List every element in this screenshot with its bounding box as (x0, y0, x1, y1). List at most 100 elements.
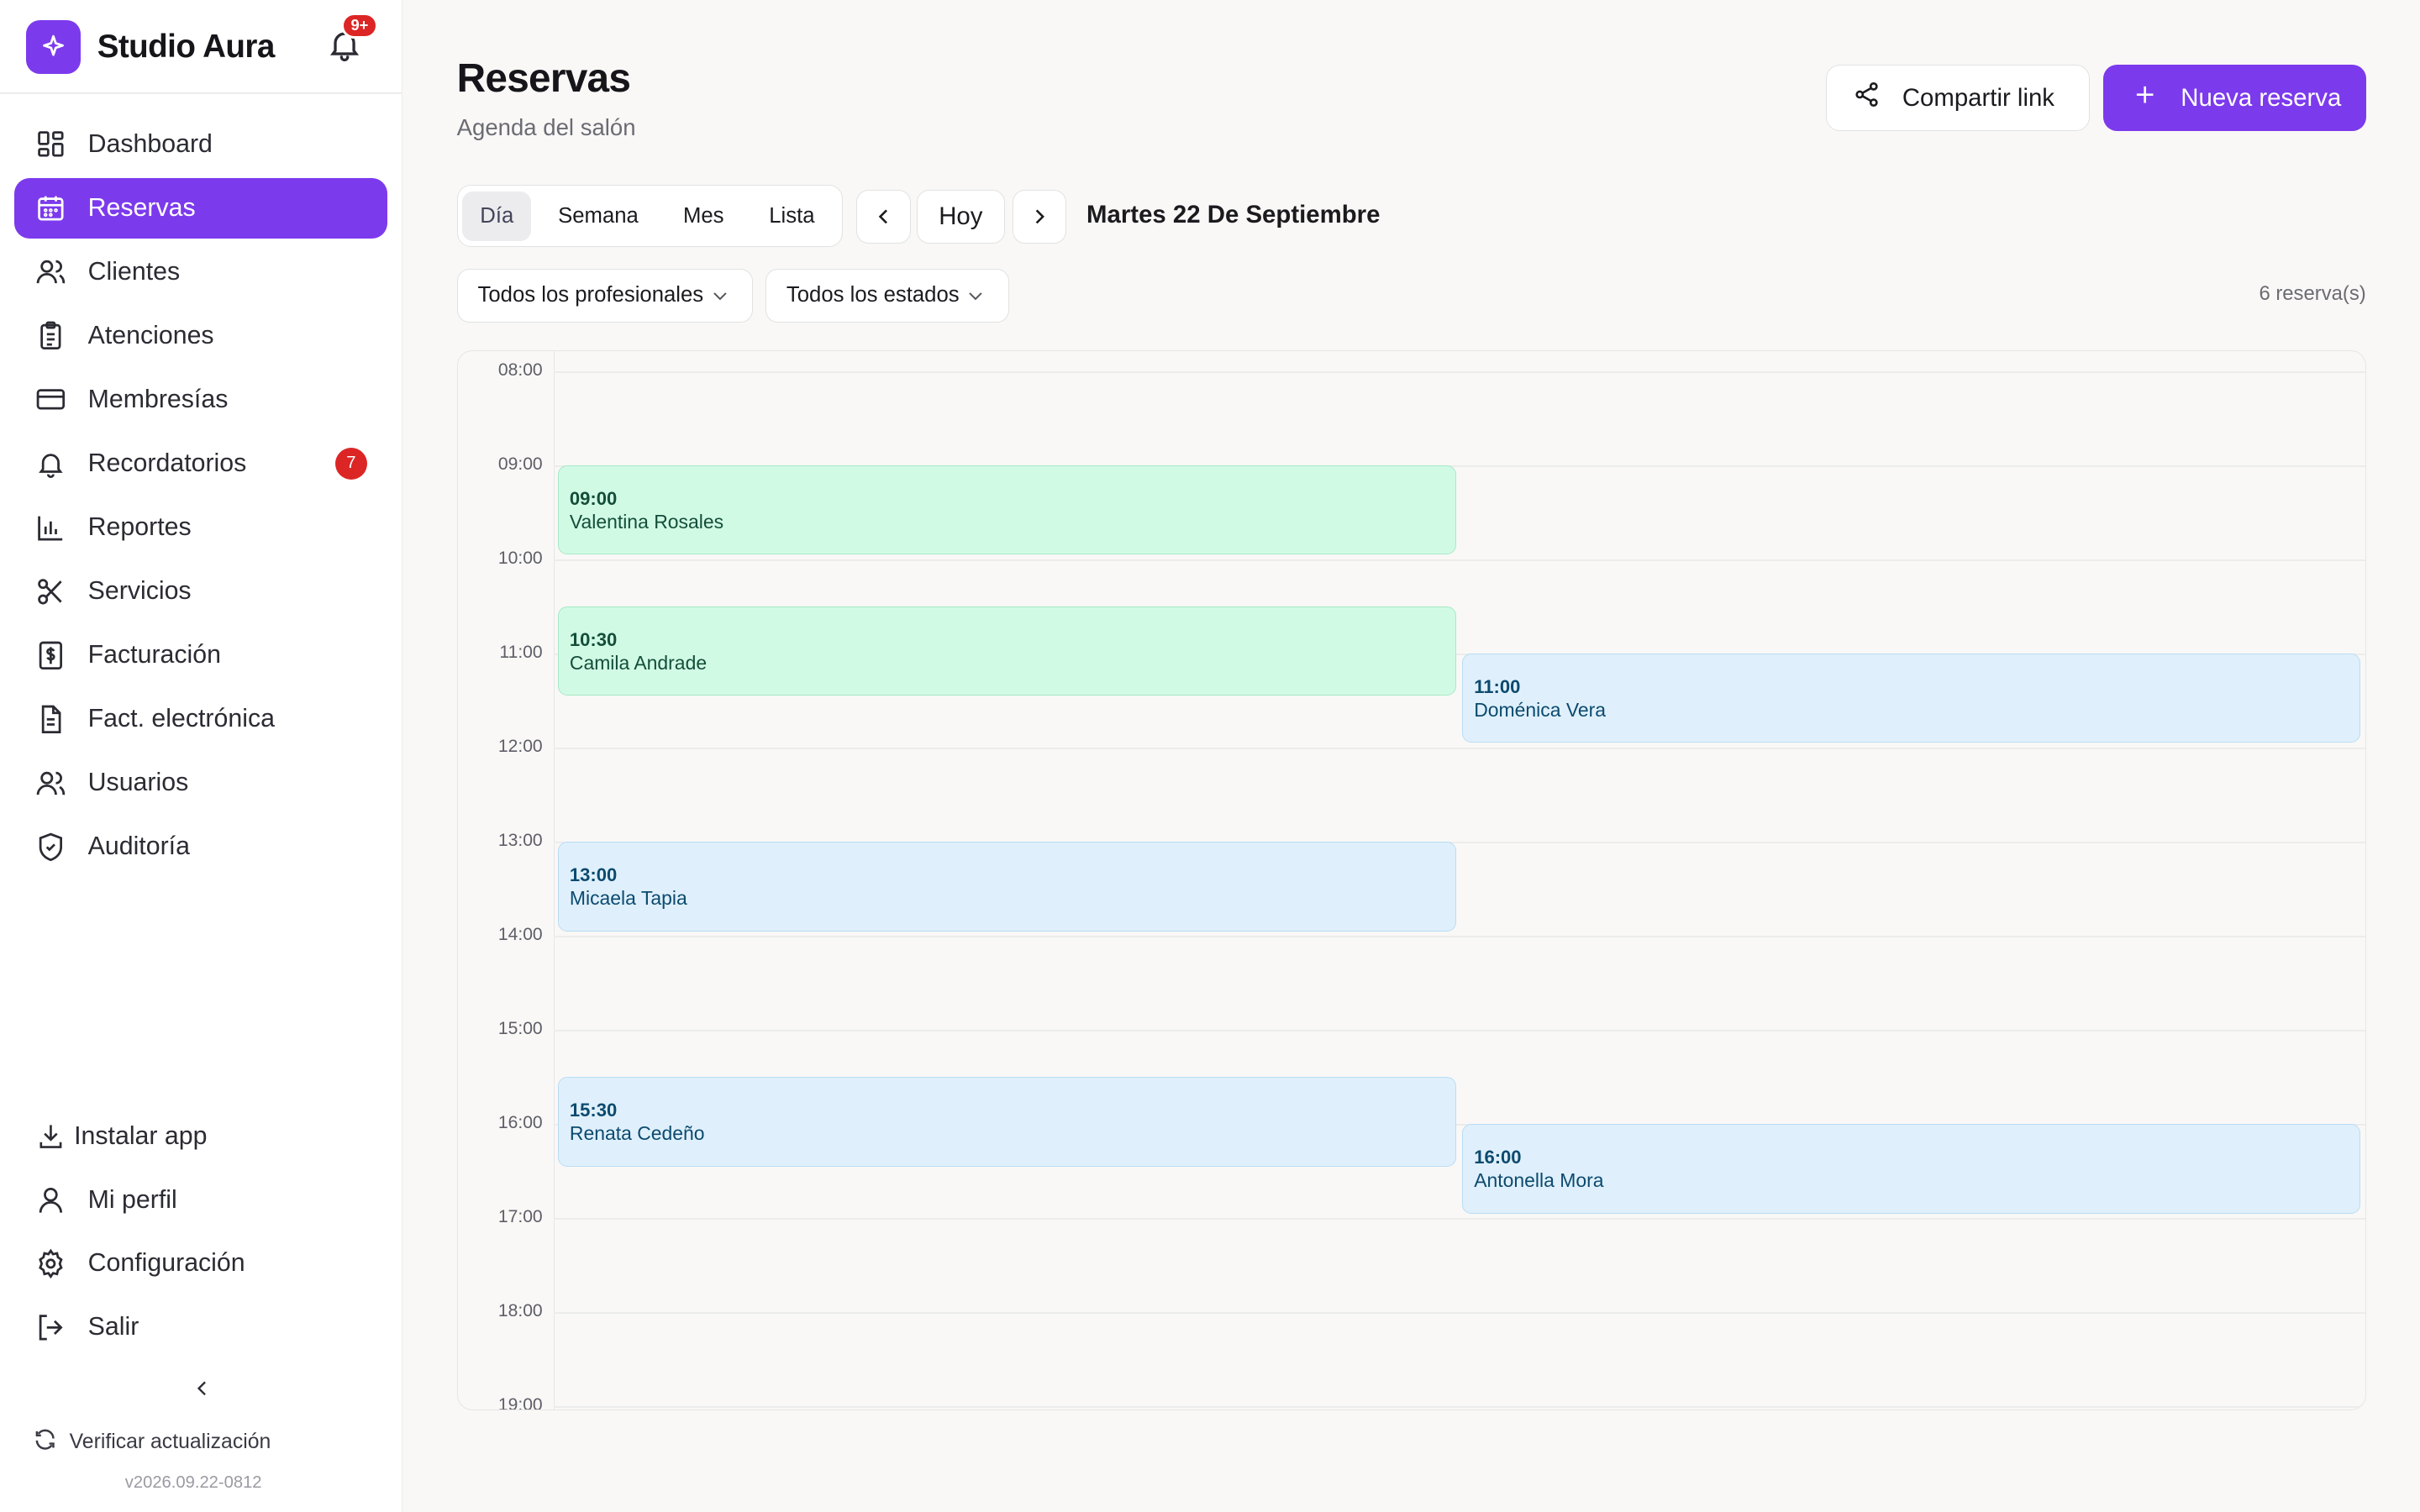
professional-filter[interactable]: Todos los profesionales (456, 268, 754, 323)
sidebar-item-dashboard[interactable]: Dashboard (14, 114, 387, 175)
app-version: v2026.09.22-0812 (124, 1473, 262, 1493)
app-name: Studio Aura (97, 29, 276, 66)
status-filter[interactable]: Todos los estados (765, 268, 1010, 323)
hour-gridline (553, 1218, 2365, 1220)
brand[interactable]: Studio Aura (26, 19, 276, 75)
sidebar-item-fact-electronica[interactable]: Fact. electrónica (14, 689, 387, 749)
hour-gridline (553, 559, 2365, 561)
sidebar-item-atenciones[interactable]: Atenciones (14, 306, 387, 366)
hour-gridline (553, 936, 2365, 937)
refresh-icon (33, 1427, 57, 1457)
sidebar-item-configuracion[interactable]: Configuración (14, 1234, 387, 1294)
sidebar-item-label: Fact. electrónica (87, 705, 275, 732)
card-icon (34, 383, 67, 417)
sidebar-item-mi-perfil[interactable]: Mi perfil (14, 1170, 387, 1231)
sidebar-item-facturacion[interactable]: Facturación (14, 625, 387, 685)
sidebar-item-auditoria[interactable]: Auditoría (14, 816, 387, 877)
hour-gridline (553, 747, 2365, 749)
sidebar-item-label: Mi perfil (87, 1185, 177, 1214)
page-subtitle: Agenda del salón (456, 113, 636, 140)
check-update-label: Verificar actualización (69, 1431, 271, 1454)
hour-label: 10:00 (497, 549, 543, 569)
event-client-name: Doménica Vera (1474, 699, 1607, 722)
sidebar-item-instalar-app[interactable]: Instalar app (14, 1106, 387, 1167)
event-time: 09:00 (569, 487, 618, 509)
sidebar-item-label: Facturación (87, 640, 221, 669)
user-icon (34, 1183, 67, 1216)
tab-mes[interactable]: Mes (666, 192, 742, 241)
reservation-event[interactable]: 10:30 Camila Andrade (558, 606, 1456, 696)
main-content: Reservas Agenda del salón Compartir link… (402, 0, 2420, 1512)
sidebar-item-clientes[interactable]: Clientes (14, 242, 387, 302)
today-button[interactable]: Hoy (917, 189, 1005, 244)
sidebar-item-usuarios[interactable]: Usuarios (14, 753, 387, 813)
sparkle-logo-icon (26, 19, 81, 75)
notifications-badge: 9+ (340, 12, 378, 39)
chevron-left-icon (878, 209, 887, 224)
logout-icon (34, 1310, 67, 1344)
sidebar-item-recordatorios[interactable]: Recordatorios 7 (14, 433, 387, 494)
hour-gridline (553, 1030, 2365, 1032)
sidebar-item-label: Configuración (87, 1249, 245, 1278)
hour-gridline (553, 1406, 2365, 1409)
sidebar-item-label: Salir (87, 1313, 139, 1341)
sidebar-item-servicios[interactable]: Servicios (14, 561, 387, 622)
event-client-name: Camila Andrade (569, 652, 708, 675)
hour-label: 18:00 (497, 1301, 543, 1321)
new-reservation-button[interactable]: Nueva reserva (2103, 65, 2366, 132)
event-time: 15:30 (569, 1099, 618, 1121)
users-icon (34, 255, 67, 289)
new-reservation-label: Nueva reserva (2181, 83, 2342, 112)
sidebar-item-label: Dashboard (87, 129, 213, 158)
hour-label: 15:00 (497, 1019, 543, 1039)
event-client-name: Valentina Rosales (569, 511, 724, 533)
reservation-event[interactable]: 11:00 Doménica Vera (1462, 653, 2361, 743)
reservation-event[interactable]: 13:00 Micaela Tapia (558, 842, 1456, 932)
event-time: 11:00 (1474, 675, 1521, 697)
view-switcher: Día Semana Mes Lista (456, 185, 843, 247)
bar-chart-icon (34, 511, 67, 544)
chevron-right-icon (1035, 209, 1045, 224)
event-client-name: Micaela Tapia (569, 887, 687, 910)
event-client-name: Antonella Mora (1474, 1169, 1604, 1192)
time-column (458, 350, 555, 1410)
sidebar-item-label: Auditoría (87, 832, 190, 861)
download-icon (34, 1120, 67, 1153)
sidebar-item-salir[interactable]: Salir (14, 1297, 387, 1357)
sidebar-item-label: Atenciones (87, 321, 214, 349)
page-title: Reservas (456, 56, 631, 102)
hour-label: 14:00 (497, 925, 543, 945)
next-day-button[interactable] (1012, 189, 1067, 244)
hour-label: 08:00 (497, 360, 543, 380)
reservation-event[interactable]: 09:00 Valentina Rosales (558, 465, 1456, 555)
hour-label: 16:00 (497, 1113, 543, 1133)
share-link-button[interactable]: Compartir link (1825, 65, 2090, 132)
sidebar-divider (0, 92, 402, 95)
event-time: 10:30 (569, 628, 618, 650)
tab-lista[interactable]: Lista (742, 192, 842, 241)
sidebar-item-label: Servicios (87, 576, 192, 605)
hour-label: 09:00 (497, 454, 543, 474)
receipt-icon (34, 638, 67, 672)
sidebar-item-label: Usuarios (87, 769, 189, 797)
sidebar-item-reservas[interactable]: Reservas (13, 177, 387, 239)
tab-semana[interactable]: Semana (531, 192, 665, 241)
tab-dia[interactable]: Día (462, 191, 532, 241)
dashboard-icon (34, 128, 67, 161)
hour-label: 12:00 (497, 737, 543, 757)
sidebar-item-membresias[interactable]: Membresías (14, 370, 387, 430)
chevron-down-icon (965, 286, 986, 306)
collapse-sidebar-chevron-left-icon[interactable] (187, 1373, 218, 1404)
sidebar-item-label: Instalar app (74, 1121, 208, 1150)
scissors-icon (34, 575, 67, 608)
reservation-event[interactable]: 16:00 Antonella Mora (1462, 1124, 2361, 1214)
reservation-event[interactable]: 15:30 Renata Cedeño (558, 1077, 1456, 1167)
sidebar-item-label: Clientes (87, 257, 181, 286)
hour-gridline (553, 1312, 2365, 1315)
sidebar-item-reportes[interactable]: Reportes (14, 497, 387, 558)
day-calendar-grid[interactable]: 08:00 09:00 10:00 11:00 12:00 13:00 14:00 15:00… (456, 349, 2366, 1410)
check-update-link[interactable]: Verificar actualización (33, 1427, 271, 1457)
previous-day-button[interactable] (856, 189, 911, 244)
hour-label: 13:00 (497, 831, 543, 851)
hour-label: 17:00 (497, 1207, 543, 1227)
